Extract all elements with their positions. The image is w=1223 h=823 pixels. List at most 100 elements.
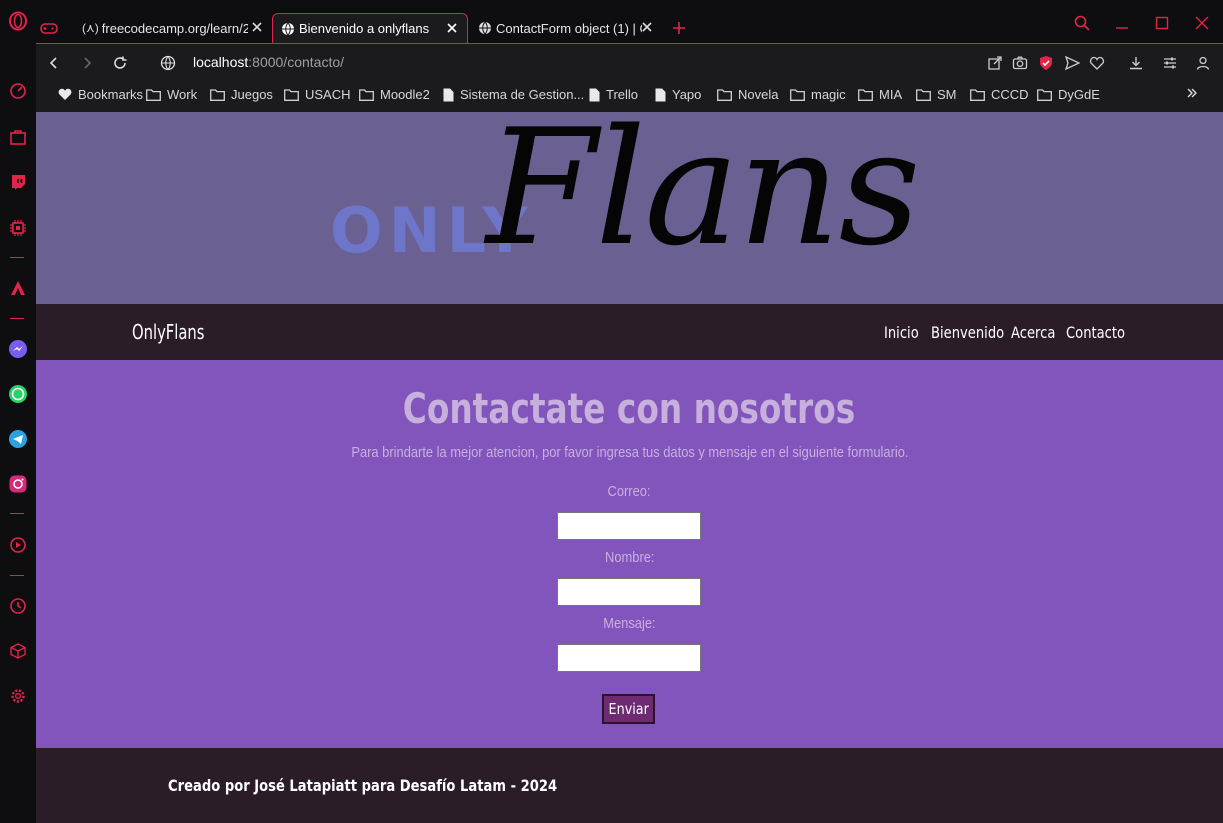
bookmark-item[interactable]: Sistema de Gestion... (443, 87, 584, 102)
browser-sidebar (0, 0, 36, 823)
submit-button[interactable]: Enviar (602, 694, 655, 724)
shopping-icon[interactable] (5, 126, 31, 148)
bookmark-label: DyGdE (1058, 87, 1100, 102)
pinboard-button[interactable] (1088, 54, 1106, 72)
bookmark-item[interactable]: Yapo (655, 87, 701, 102)
intro-text: Para brindarte la mejor atencion, por fa… (350, 444, 909, 461)
bookmark-item[interactable]: magic (790, 87, 846, 102)
bookmark-item[interactable]: Moodle2 (359, 87, 430, 102)
back-button[interactable] (44, 53, 64, 73)
footer-credit: Creado por José Latapiatt para Desafío L… (168, 776, 558, 795)
sidebar-divider (10, 575, 24, 576)
bookmarks-overflow-button[interactable] (1186, 87, 1198, 99)
minimize-button[interactable] (1111, 12, 1133, 34)
sidebar-divider (10, 257, 24, 258)
settings-gear-icon[interactable] (5, 685, 31, 707)
reload-icon (114, 56, 127, 69)
bookmark-label: Bookmarks (78, 87, 144, 102)
bookmark-item[interactable]: MIA (858, 87, 902, 102)
forward-button[interactable] (77, 53, 97, 73)
bookmark-item[interactable]: Trello (589, 87, 638, 102)
share-button[interactable] (986, 54, 1004, 72)
history-icon[interactable] (5, 595, 31, 617)
adblock-button[interactable] (1037, 54, 1055, 72)
tab-contactform[interactable]: ContactForm object (1) | Cl (472, 13, 662, 43)
sidebar-divider (10, 513, 24, 514)
folder-icon (146, 88, 161, 101)
bookmark-item[interactable]: DyGdE (1037, 87, 1100, 102)
reload-button[interactable] (110, 53, 130, 73)
page-icon (655, 88, 666, 102)
close-tab-icon[interactable] (640, 20, 654, 34)
freecodecamp-favicon-icon: (⋏) (82, 21, 99, 35)
bookmark-label: USACH (305, 87, 351, 102)
downloads-button[interactable] (1127, 54, 1145, 72)
tab-gx-corner[interactable] (40, 13, 70, 43)
plus-icon (673, 22, 685, 34)
easy-setup-button[interactable] (1161, 54, 1179, 72)
send-button[interactable] (1063, 54, 1081, 72)
page-icon (443, 88, 454, 102)
telegram-icon[interactable] (5, 428, 31, 450)
nav-link-bienvenido[interactable]: Bienvenido (931, 323, 1004, 342)
nav-link-inicio[interactable]: Inicio (884, 323, 919, 342)
bookmark-item[interactable]: CCCD (970, 87, 1029, 102)
extensions-cube-icon[interactable] (5, 640, 31, 662)
folder-icon (359, 88, 374, 101)
bookmark-item[interactable]: Bookmarks (58, 87, 143, 102)
close-tab-icon[interactable] (445, 21, 459, 35)
bookmark-label: MIA (879, 87, 903, 102)
twitch-icon[interactable] (5, 171, 31, 193)
profile-button[interactable] (1194, 54, 1212, 72)
close-tab-icon[interactable] (250, 20, 264, 34)
folder-icon (916, 88, 931, 101)
bookmark-item[interactable]: Juegos (210, 87, 273, 102)
site-info-button[interactable] (158, 53, 178, 73)
globe-favicon-icon (479, 21, 491, 35)
globe-icon (160, 55, 176, 71)
correo-input[interactable] (557, 512, 701, 540)
folder-icon (790, 88, 805, 101)
whatsapp-icon[interactable] (5, 383, 31, 405)
new-tab-button[interactable] (672, 13, 692, 43)
tab-title: ContactForm object (1) | Cl (496, 20, 642, 36)
nav-link-acerca[interactable]: Acerca (1011, 323, 1055, 342)
sliders-icon (1164, 57, 1176, 69)
bookmark-item[interactable]: USACH (284, 87, 351, 102)
globe-favicon-icon (282, 22, 294, 35)
submit-label: Enviar (608, 700, 649, 718)
bookmark-item[interactable]: Work (146, 87, 197, 102)
minimize-icon (1116, 27, 1128, 29)
instagram-icon[interactable] (5, 473, 31, 495)
tab-freecodecamp[interactable]: (⋏) freecodecamp.org/learn/20 (76, 13, 272, 43)
bookmark-label: magic (811, 87, 846, 102)
maximize-button[interactable] (1151, 12, 1173, 34)
folder-icon (1037, 88, 1052, 101)
opera-logo-icon[interactable] (5, 10, 31, 32)
back-arrow-icon (49, 57, 57, 69)
url-field[interactable]: localhost:8000/contacto/ (193, 54, 344, 70)
nombre-label-text: Nombre: (604, 549, 655, 566)
navbar-brand[interactable]: OnlyFlans (132, 320, 204, 344)
close-window-button[interactable] (1191, 12, 1213, 34)
send-arrow-icon (1064, 55, 1080, 71)
snapshot-button[interactable] (1011, 54, 1029, 72)
bookmark-item[interactable]: Novela (717, 87, 778, 102)
tab-title: freecodecamp.org/learn/20 (101, 20, 248, 36)
messenger-icon[interactable] (5, 338, 31, 360)
tab-onlyflans[interactable]: Bienvenido a onlyflans (272, 13, 468, 43)
site-footer: Creado por José Latapiatt para Desafío L… (36, 748, 1223, 823)
player-icon[interactable] (5, 534, 31, 556)
nombre-label: Nombre: (36, 549, 1223, 566)
search-tabs-button[interactable] (1071, 12, 1093, 34)
aria-icon[interactable] (5, 277, 31, 299)
nombre-input[interactable] (557, 578, 701, 606)
speed-dial-icon[interactable] (5, 80, 31, 102)
mensaje-input[interactable] (557, 644, 701, 672)
nav-link-contacto[interactable]: Contacto (1066, 323, 1125, 342)
site-navbar: OnlyFlans Inicio Bienvenido Acerca Conta… (36, 304, 1223, 360)
search-icon (1074, 15, 1090, 31)
cpu-icon[interactable] (5, 217, 31, 239)
page-title: Contactate con nosotros (36, 384, 1223, 433)
bookmark-item[interactable]: SM (916, 87, 957, 102)
